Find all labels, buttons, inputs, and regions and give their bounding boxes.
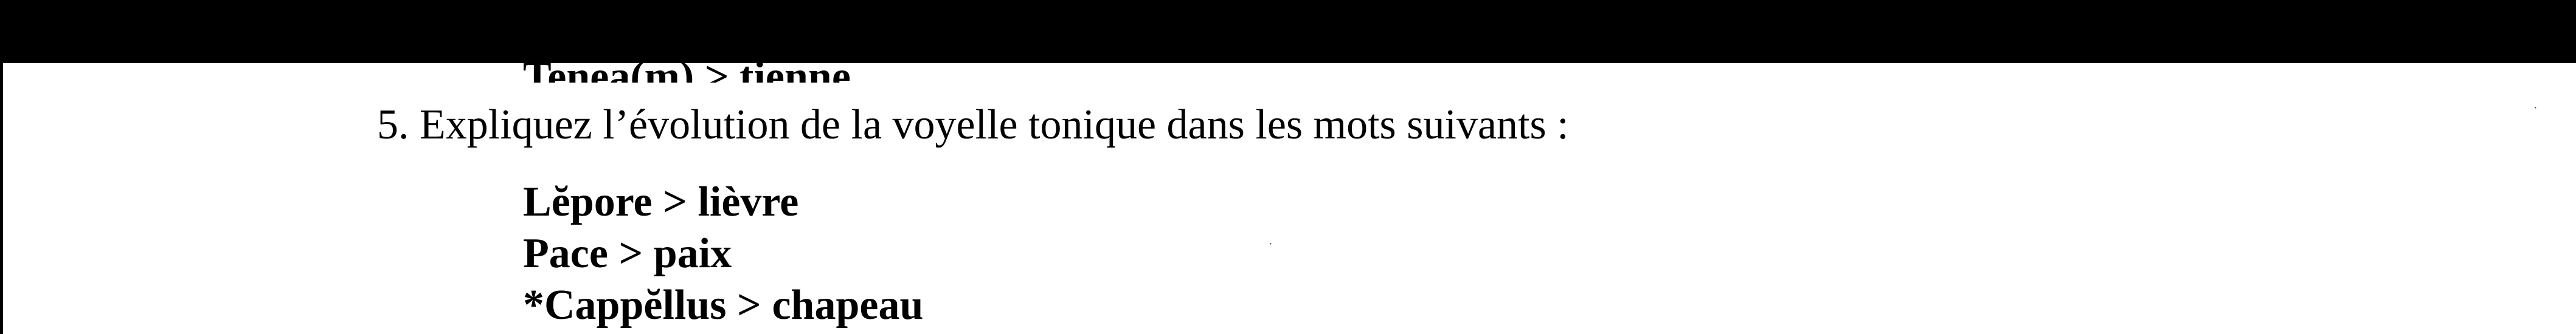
word-list: Lĕpore > lièvre Pace > paix *Cappĕllus >… [523, 176, 923, 331]
scan-left-border [0, 63, 3, 334]
previous-example-text: Tenea(m) > tienne [523, 53, 851, 83]
scan-speck: · [1269, 237, 1273, 251]
previous-example-line: Tenea(m) > tienne [523, 39, 851, 83]
word-item: Lĕpore > lièvre [523, 179, 799, 225]
word-item: *Cappĕllus > chapeau [523, 282, 924, 329]
scan-top-border [0, 0, 2576, 63]
word-item: Pace > paix [523, 230, 732, 277]
question-5: 5. Expliquez l’évolution de la voyelle t… [377, 101, 1569, 148]
scan-speck: · [2533, 101, 2538, 115]
